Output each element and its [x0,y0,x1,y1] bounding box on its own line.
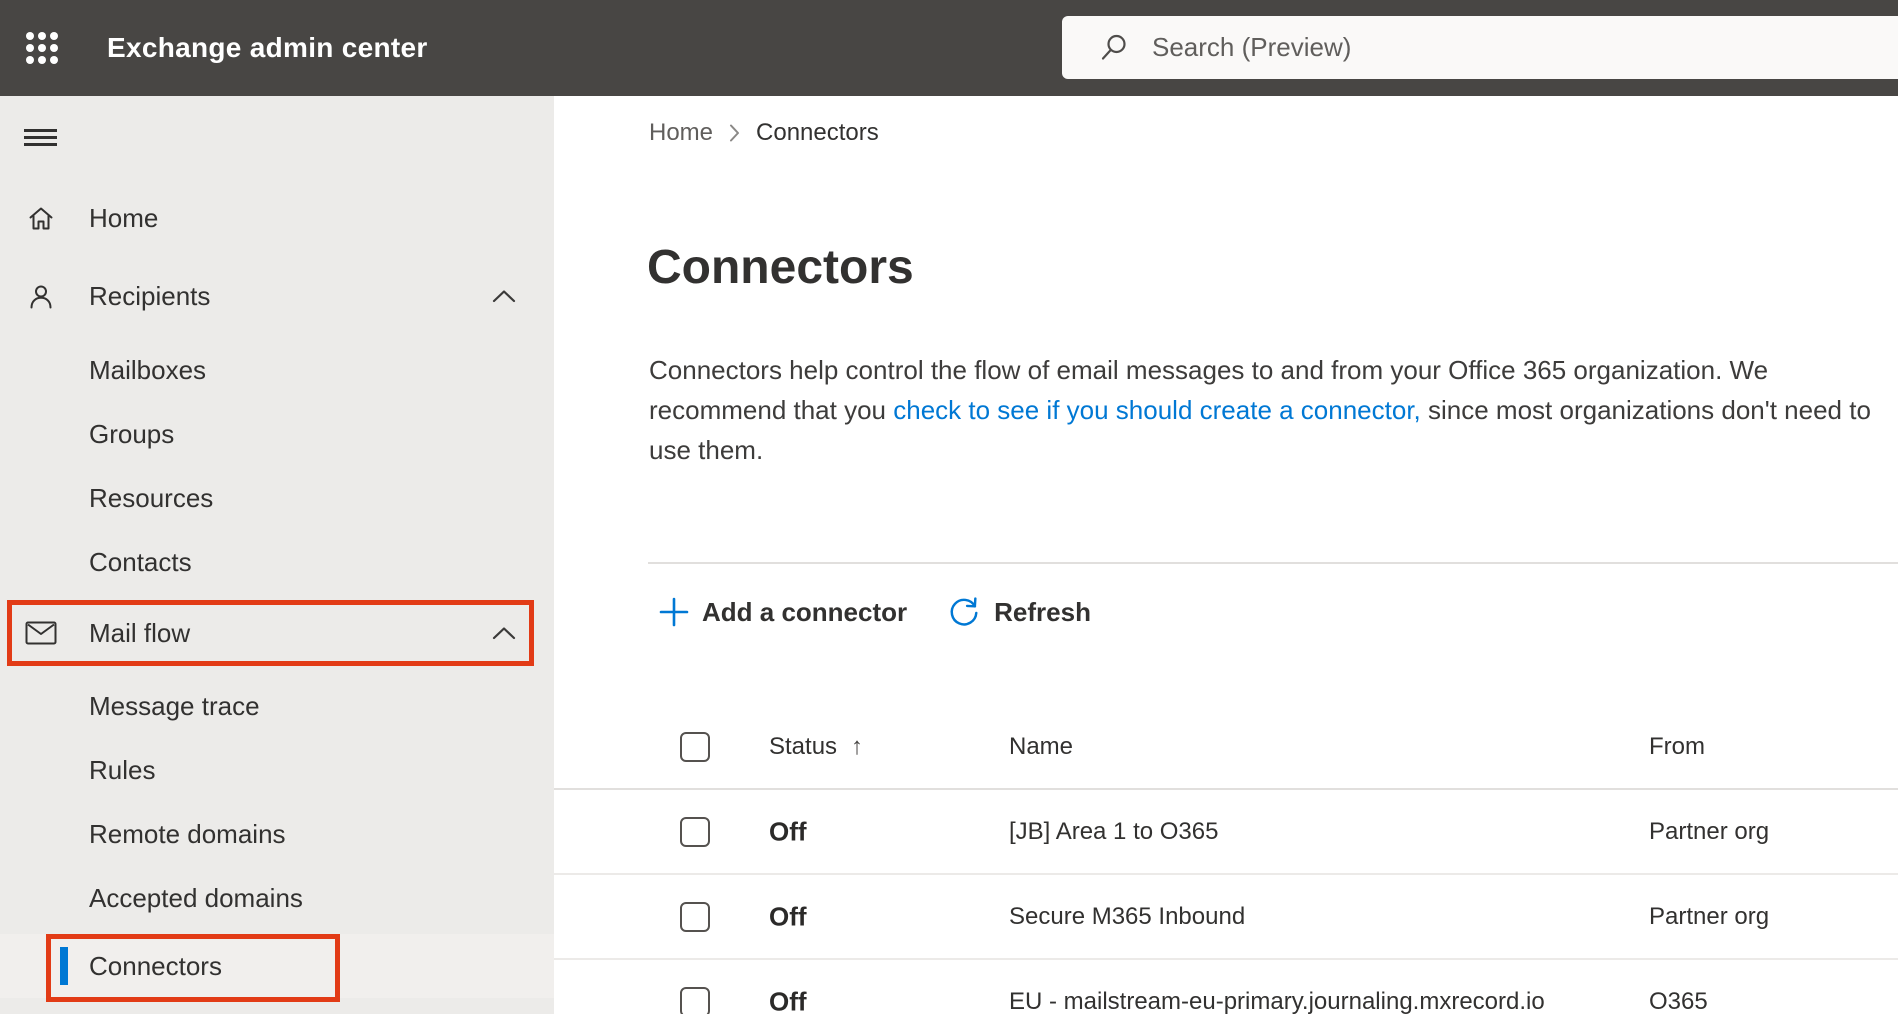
toolbar: Add a connector Refresh [659,584,1091,640]
column-header-name[interactable]: Name [1009,733,1073,761]
breadcrumb-home-link[interactable]: Home [649,119,713,147]
sidebar-item-message-trace[interactable]: Message trace [0,674,554,738]
hamburger-menu-button[interactable] [21,122,61,152]
column-header-from[interactable]: From [1649,733,1705,761]
search-input[interactable]: Search (Preview) [1062,16,1898,79]
refresh-button[interactable]: Refresh [947,595,1091,629]
column-header-status[interactable]: Status ↑ [769,733,863,761]
breadcrumb: Home Connectors [649,118,879,148]
chevron-up-icon[interactable] [492,626,516,641]
sidebar-item-label: Recipients [89,280,211,311]
app-launcher-button[interactable] [16,22,68,74]
row-checkbox[interactable] [680,901,710,932]
sidebar-item-groups[interactable]: Groups [0,402,554,466]
sidebar-item-mailboxes[interactable]: Mailboxes [0,338,554,402]
envelope-icon [24,621,58,645]
row-checkbox[interactable] [680,986,710,1014]
selected-indicator [60,947,68,985]
chevron-up-icon[interactable] [492,289,516,304]
create-connector-link[interactable]: check to see if you should create a conn… [893,395,1421,425]
sidebar-item-rules[interactable]: Rules [0,738,554,802]
add-connector-label: Add a connector [702,596,908,627]
sort-ascending-icon: ↑ [851,733,864,760]
select-all-checkbox[interactable] [680,732,710,762]
sidebar-item-mail-flow[interactable]: Mail flow [0,601,554,665]
cell-from: O365 [1649,987,1708,1014]
sidebar-item-contacts[interactable]: Contacts [0,530,554,594]
sidebar-item-label: Connectors [89,950,222,981]
cell-from: Partner org [1649,817,1770,845]
sidebar-item-label: Groups [89,418,175,449]
sidebar-item-resources[interactable]: Resources [0,466,554,530]
cell-name[interactable]: Secure M365 Inbound [1009,903,1245,931]
sidebar-item-remote-domains[interactable]: Remote domains [0,802,554,866]
refresh-icon [947,595,981,629]
home-icon [24,204,58,232]
sidebar-item-label: Resources [89,482,214,513]
search-placeholder: Search (Preview) [1152,32,1352,62]
sidebar-item-label: Remote domains [89,818,286,849]
sidebar-item-connectors[interactable]: Connectors [0,934,554,998]
plus-icon [659,597,689,627]
sidebar: Home Recipients Mailboxes Groups Resourc… [0,96,554,1014]
page-description: Connectors help control the flow of emai… [649,350,1879,470]
person-icon [24,282,58,310]
breadcrumb-current: Connectors [756,119,879,146]
waffle-icon [26,32,58,64]
main-content: Home Connectors Connectors Connectors he… [554,96,1898,1014]
sidebar-item-label: Contacts [89,546,192,577]
table-row[interactable]: Off [JB] Area 1 to O365 Partner org [554,790,1898,875]
cell-status: Off [769,986,807,1014]
exchange-admin-center-window: Exchange admin center Search (Preview) H… [0,0,1898,1014]
sidebar-item-recipients[interactable]: Recipients [0,264,554,328]
table-header: Status ↑ Name From [554,706,1898,790]
sidebar-item-label: Mail flow [89,617,191,648]
cell-status: Off [769,816,807,846]
cell-name[interactable]: EU - mailstream-eu-primary.journaling.mx… [1009,988,1545,1014]
app-title: Exchange admin center [107,32,428,63]
section-divider [648,562,1898,564]
row-checkbox[interactable] [680,816,710,847]
topbar: Exchange admin center Search (Preview) [0,0,1898,96]
search-icon [1101,34,1126,60]
sidebar-item-label: Accepted domains [89,882,303,913]
sidebar-item-home[interactable]: Home [0,186,554,250]
refresh-label: Refresh [994,596,1091,627]
add-connector-button[interactable]: Add a connector [659,597,907,628]
sidebar-item-label: Home [89,202,159,233]
sidebar-item-label: Message trace [89,690,260,721]
sidebar-item-label: Mailboxes [89,354,207,385]
sidebar-item-accepted-domains[interactable]: Accepted domains [0,866,554,930]
chevron-right-icon [728,122,741,144]
cell-name[interactable]: [JB] Area 1 to O365 [1009,818,1218,846]
column-header-status-label: Status [769,733,838,760]
cell-from: Partner org [1649,902,1770,930]
table-row[interactable]: Off Secure M365 Inbound Partner org [554,875,1898,960]
page-title: Connectors [647,241,914,294]
cell-status: Off [769,901,807,931]
sidebar-item-label: Rules [89,754,156,785]
table-row[interactable]: Off EU - mailstream-eu-primary.journalin… [554,960,1898,1014]
